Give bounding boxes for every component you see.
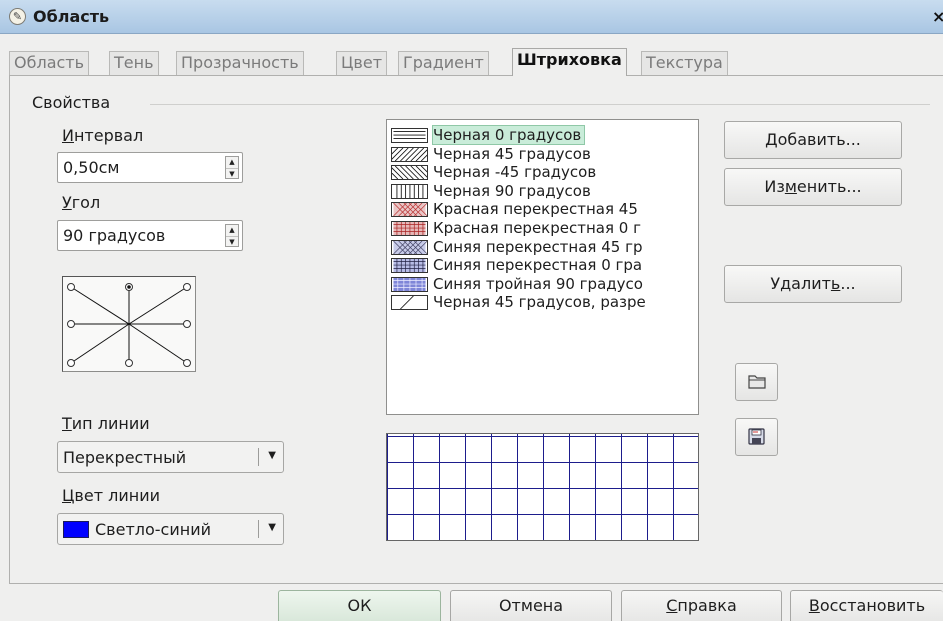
- save-button[interactable]: [735, 418, 778, 456]
- interval-value[interactable]: 0,50см: [63, 158, 120, 177]
- group-divider: [150, 104, 930, 105]
- load-button[interactable]: [735, 363, 778, 401]
- close-icon[interactable]: ×: [932, 7, 943, 26]
- line-type-value: Перекрестный: [63, 448, 187, 467]
- line-color-value: Светло-синий: [95, 520, 212, 539]
- angle-spin-arrows[interactable]: ▲ ▼: [225, 224, 239, 247]
- line-type-dropdown[interactable]: Перекрестный ▼: [57, 441, 284, 473]
- line-type-label: Тип линии: [62, 414, 150, 433]
- hatch-sparse45-icon: [391, 295, 428, 311]
- list-item[interactable]: Красная перекрестная 0 г: [387, 219, 698, 238]
- angle-spinbox[interactable]: 90 градусов ▲ ▼: [57, 220, 243, 251]
- angle-selector[interactable]: [62, 276, 196, 372]
- list-item[interactable]: Черная 45 градусов: [387, 145, 698, 164]
- color-swatch: [63, 521, 89, 538]
- list-item[interactable]: Синяя перекрестная 0 гра: [387, 256, 698, 275]
- hatch-horizontal-icon: [391, 128, 428, 143]
- interval-spinbox[interactable]: 0,50см ▲ ▼: [57, 152, 243, 183]
- title-bar: ✎ Область ×: [0, 0, 943, 34]
- hatch-diag-neg45-icon: [391, 165, 428, 181]
- line-color-dropdown[interactable]: Светло-синий ▼: [57, 513, 284, 545]
- line-color-label: Цвет линии: [62, 486, 160, 505]
- list-item[interactable]: Черная 45 градусов, разре: [387, 293, 698, 312]
- tab-shadow[interactable]: Тень: [109, 51, 159, 75]
- angle-selector-graphic: [67, 283, 191, 367]
- tab-gradient[interactable]: Градиент: [398, 51, 489, 75]
- folder-icon: [748, 375, 766, 389]
- chevron-down-icon[interactable]: ▼: [268, 450, 276, 461]
- cancel-button[interactable]: Отмена: [450, 590, 612, 621]
- modify-button[interactable]: Изменить...: [724, 168, 902, 206]
- interval-spin-arrows[interactable]: ▲ ▼: [225, 156, 239, 179]
- app-icon: ✎: [9, 8, 26, 25]
- list-item[interactable]: Синяя тройная 90 градусо: [387, 275, 698, 294]
- interval-label: Интервал: [62, 126, 144, 145]
- list-item[interactable]: Черная 0 градусов: [387, 125, 698, 145]
- angle-label: Угол: [62, 193, 101, 212]
- list-item[interactable]: Черная 90 градусов: [387, 182, 698, 201]
- list-item[interactable]: Красная перекрестная 45: [387, 200, 698, 219]
- tab-bitmap[interactable]: Текстура: [641, 51, 728, 75]
- list-item[interactable]: Черная -45 градусов: [387, 163, 698, 182]
- hatch-diag45-icon: [391, 146, 428, 162]
- tab-area[interactable]: Область: [9, 51, 90, 75]
- properties-group-label: Свойства: [32, 93, 111, 112]
- hatch-blue-triple-icon: [391, 276, 428, 292]
- chevron-down-icon[interactable]: ▼: [268, 522, 276, 533]
- hatch-vertical-icon: [391, 183, 428, 199]
- hatch-blue-cross45-icon: [391, 239, 428, 255]
- tab-color[interactable]: Цвет: [336, 51, 388, 75]
- save-icon: [748, 428, 765, 445]
- add-button[interactable]: Добавить...: [724, 121, 902, 159]
- hatch-preview: [386, 433, 699, 541]
- tab-hatching[interactable]: Штриховка: [512, 48, 627, 76]
- window-title: Область: [33, 7, 110, 26]
- hatch-red-cross45-icon: [391, 202, 428, 218]
- hatch-red-cross0-icon: [391, 220, 428, 236]
- dropdown-separator: [258, 520, 259, 538]
- hatch-blue-cross0-icon: [391, 258, 428, 274]
- reset-button[interactable]: Восстановить: [790, 590, 943, 621]
- ok-button[interactable]: ОК: [278, 590, 441, 621]
- hatch-list[interactable]: Черная 0 градусов Черная 45 градусов Чер…: [386, 119, 699, 415]
- list-item[interactable]: Синяя перекрестная 45 гр: [387, 238, 698, 257]
- angle-value[interactable]: 90 градусов: [63, 226, 165, 245]
- dropdown-separator: [258, 448, 259, 466]
- help-button[interactable]: Справка: [621, 590, 782, 621]
- delete-button[interactable]: Удалить...: [724, 265, 902, 303]
- tab-transparency[interactable]: Прозрачность: [176, 51, 304, 75]
